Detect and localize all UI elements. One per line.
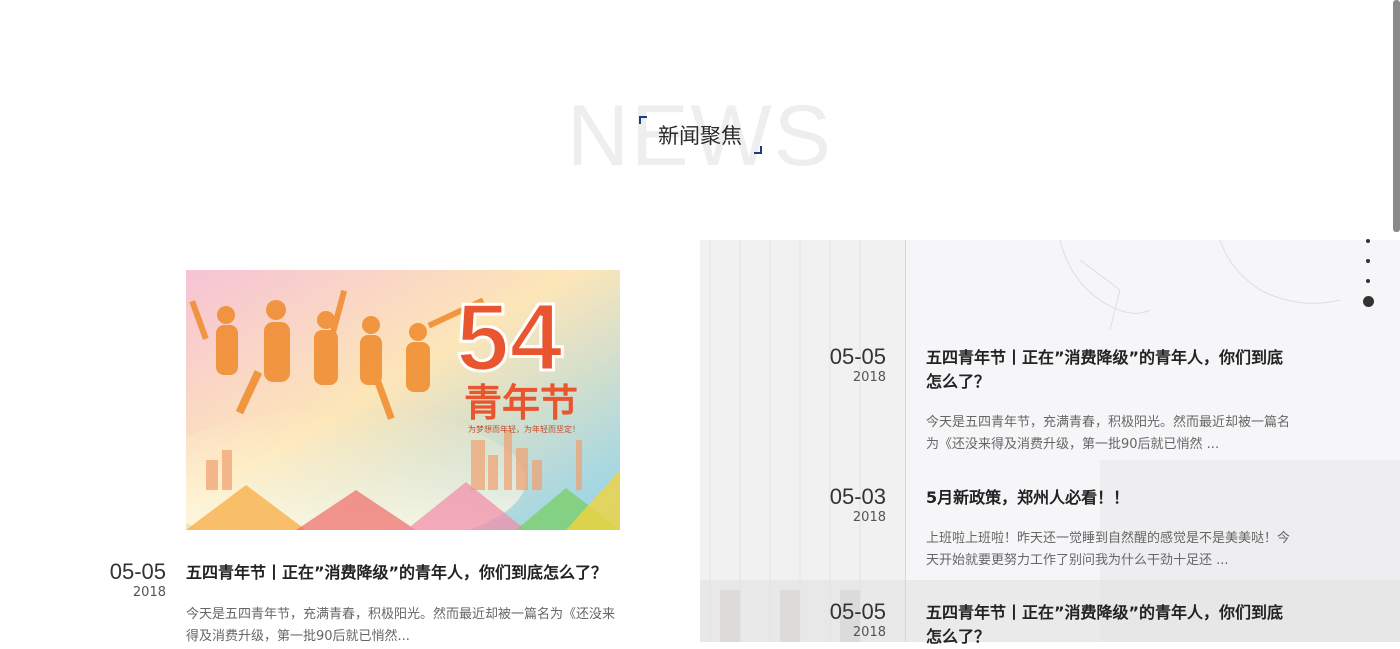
- youth-day-banner-image: 54 青年节 为梦想而年轻，为年轻而坚定！: [186, 270, 620, 530]
- news-title-link[interactable]: 五四青年节丨正在”消费降级”的青年人，你们到底怎么了？: [926, 346, 1298, 394]
- news-date-day: 05-05: [829, 344, 886, 369]
- pager-dot-4-active[interactable]: [1363, 296, 1374, 307]
- banner-festival: 青年节: [464, 381, 578, 425]
- pager-dot-3[interactable]: [1366, 279, 1370, 283]
- title-corner-bottom-right: [754, 146, 762, 154]
- featured-date-day: 05-05: [109, 559, 166, 584]
- timeline-divider: [905, 240, 906, 642]
- news-date-year: 2018: [852, 625, 886, 640]
- news-date-year: 2018: [852, 370, 886, 385]
- featured-date: 05-05 2018: [90, 559, 166, 601]
- news-title-link[interactable]: 5月新政策，郑州人必看！！: [926, 486, 1298, 510]
- news-date: 05-03 2018: [800, 484, 886, 526]
- news-date-year: 2018: [852, 510, 886, 525]
- banner-slogan: 为梦想而年轻，为年轻而坚定！: [468, 424, 580, 434]
- featured-desc: 今天是五四青年节，充满青春，积极阳光。然而最近却被一篇名为《还没来得及消费升级，…: [186, 607, 616, 644]
- banner-number: 54: [456, 284, 563, 391]
- pager-dot-1[interactable]: [1366, 239, 1370, 243]
- news-date-day: 05-05: [829, 599, 886, 624]
- section-title: 新闻聚焦: [658, 124, 742, 148]
- news-desc: 上班啦上班啦！昨天还一觉睡到自然醒的感觉是不是美美哒！今天开始就要更努力工作了别…: [926, 531, 1291, 568]
- news-desc: 今天是五四青年节，充满青春，积极阳光。然而最近却被一篇名为《还没来得及消费升级，…: [926, 415, 1291, 452]
- news-date: 05-05 2018: [800, 344, 886, 386]
- news-date: 05-05 2018: [800, 599, 886, 641]
- featured-image[interactable]: 54 青年节 为梦想而年轻，为年轻而坚定！: [186, 270, 620, 530]
- pager-dot-2[interactable]: [1366, 259, 1370, 263]
- news-date-day: 05-03: [829, 484, 886, 509]
- featured-title-link[interactable]: 五四青年节丨正在”消费降级”的青年人，你们到底怎么了？: [186, 562, 626, 584]
- featured-date-year: 2018: [132, 585, 166, 600]
- page-scrollbar[interactable]: [1393, 0, 1400, 232]
